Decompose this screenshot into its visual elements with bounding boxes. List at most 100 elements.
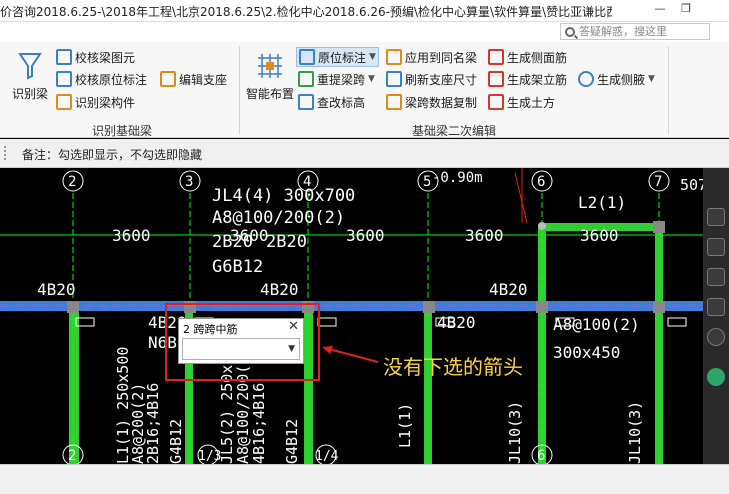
copy-span-data-label: 梁跨数据复制: [405, 95, 478, 110]
red-arrow: [324, 347, 379, 363]
search-row: 答疑解惑，搜这里: [0, 22, 729, 42]
title-bar: 价咨询2018.6.25-\2018年工程\北京2018.6.25\2.检化中心…: [0, 0, 729, 22]
note-bar: 备注：勾选即显示，不勾选即隐藏: [0, 139, 729, 168]
gen-erection-rebar-button[interactable]: 生成架立筋: [488, 69, 567, 89]
beam-top-rebar: 2B20: [212, 232, 253, 252]
svg-text:G4B12: G4B12: [167, 419, 185, 464]
check-beam-drawing-label: 校核梁图元: [75, 50, 136, 65]
popup-title: 2 跨跨中筋: [183, 323, 238, 336]
edit-support-icon: [160, 71, 176, 87]
arrow-head-icon: [322, 346, 333, 354]
span-dimension: 3600: [346, 226, 385, 245]
check-beam-drawing-button[interactable]: 校核梁图元: [56, 47, 135, 67]
in-place-annotation-button[interactable]: 原位标注 ▼: [296, 47, 379, 67]
axis-label: 7: [654, 174, 662, 190]
gen-erection-rebar-label: 生成架立筋: [507, 72, 568, 87]
mid-span-rebar-select[interactable]: ▼: [182, 338, 300, 360]
tool-button[interactable]: [707, 238, 725, 256]
funnel-icon: [14, 50, 46, 82]
right-tool-panel: [703, 168, 729, 464]
beam-label: JL4(4) 300x700: [212, 186, 355, 206]
dropdown-arrow-icon: ▼: [369, 52, 376, 62]
refresh-icon: [386, 71, 402, 87]
tool-button[interactable]: [707, 298, 725, 316]
beam-bottom-rebar: 2B20: [266, 232, 307, 252]
axis-label: 3: [185, 174, 193, 190]
span-dimension: 3600: [465, 226, 504, 245]
svg-text:G4B12: G4B12: [283, 419, 301, 464]
identify-beam-member-button[interactable]: 识别梁构件: [56, 92, 135, 112]
axis-label-bottom: 2: [68, 448, 76, 464]
mid-span-rebar-popup: 2 跨跨中筋 ✕ ▼: [178, 318, 304, 364]
toolbar-grip[interactable]: [4, 146, 7, 160]
drawing-canvas[interactable]: 2 3 4 5 6 7 2 1/3 1/4 6 3600 3600 3600 3…: [0, 168, 729, 464]
edit-support-label: 编辑支座: [179, 72, 228, 87]
gen-side-rebar-label: 生成侧面筋: [507, 50, 568, 65]
check-drawing-icon: [56, 49, 72, 65]
annotation-icon: [299, 49, 315, 65]
axis-label-bottom: 1/4: [315, 449, 339, 464]
group-name-identify: 识别基础梁: [92, 124, 153, 138]
edit-support-button[interactable]: 编辑支座: [160, 69, 227, 89]
svg-text:L1(1): L1(1): [396, 403, 414, 448]
cad-drawing: 2 3 4 5 6 7 2 1/3 1/4 6 3600 3600 3600 3…: [0, 168, 725, 464]
axis-label-bottom: 6: [537, 448, 545, 464]
refresh-support-size-button[interactable]: 刷新支座尺寸: [386, 69, 477, 89]
gen-earthwork-button[interactable]: 生成土方: [488, 92, 555, 112]
side-rebar-icon: [488, 49, 504, 65]
stirrup-right: A8@100(2): [553, 315, 640, 334]
bar-label: 4B20: [437, 313, 476, 332]
gen-earthwork-label: 生成土方: [507, 95, 556, 110]
copy-icon: [386, 94, 402, 110]
apply-same-name-button[interactable]: 应用到同名梁: [386, 47, 477, 67]
l2-label: L2(1): [578, 193, 626, 212]
level-note: -0.90m: [432, 170, 483, 186]
group-name-secondary-edit: 基础梁二次编辑: [412, 124, 497, 138]
gen-side-rebar-button[interactable]: 生成侧面筋: [488, 47, 567, 67]
copy-span-data-button[interactable]: 梁跨数据复制: [386, 92, 477, 112]
identify-beam-button[interactable]: 识别梁: [8, 50, 52, 102]
bar-label: 4B20: [489, 280, 528, 299]
bar-label: 4B20: [37, 280, 76, 299]
earthwork-icon: [488, 94, 504, 110]
beam-stirrup: A8@100/200(2): [212, 208, 345, 228]
restore-button[interactable]: ❐: [676, 2, 696, 18]
chevron-down-icon[interactable]: ▼: [288, 344, 295, 354]
tool-button[interactable]: [707, 208, 725, 226]
gen-haunch-label: 生成侧腋: [597, 72, 646, 87]
floating-assist-icon[interactable]: [707, 368, 725, 386]
check-elevation-label: 查改标高: [317, 95, 366, 110]
axis-label: 5: [423, 174, 431, 190]
group-separator: [239, 46, 240, 134]
tool-button[interactable]: [707, 328, 725, 346]
check-beam-annotation-label: 校核原位标注: [75, 72, 148, 87]
identify-beam-label: 识别梁: [11, 87, 48, 101]
smart-layout-label: 智能布置: [245, 87, 294, 101]
apply-icon: [386, 49, 402, 65]
group-separator: [668, 46, 669, 134]
dropdown-arrow-icon: ▼: [648, 74, 655, 84]
identify-beam-member-label: 识别梁构件: [75, 95, 136, 110]
check-beam-annotation-button[interactable]: 校核原位标注: [56, 69, 147, 89]
red-leader-line: [514, 172, 528, 224]
smart-layout-button[interactable]: 智能布置: [244, 50, 296, 102]
gen-haunch-button[interactable]: 生成侧腋 ▼: [578, 69, 655, 89]
section-right: 300x450: [553, 343, 620, 362]
identify-member-icon: [56, 94, 72, 110]
minimize-button[interactable]: —: [650, 2, 670, 18]
tool-button[interactable]: [707, 268, 725, 286]
refresh-support-size-label: 刷新支座尺寸: [405, 72, 478, 87]
re-extract-span-button[interactable]: 重提梁跨 ▼: [298, 69, 375, 89]
search-input[interactable]: 答疑解惑，搜这里: [560, 23, 710, 40]
axis-label: 2: [68, 174, 76, 190]
beam-side-rebar: G6B12: [212, 257, 263, 277]
status-bar: [0, 464, 729, 494]
check-elevation-button[interactable]: 查改标高: [298, 92, 365, 112]
search-icon[interactable]: [565, 27, 575, 37]
close-icon[interactable]: ✕: [288, 319, 299, 334]
svg-text:4B16;4B16: 4B16;4B16: [250, 383, 268, 464]
grid-layout-icon: [254, 50, 286, 82]
in-place-annotation-label: 原位标注: [318, 50, 367, 65]
haunch-icon: [578, 71, 594, 87]
re-extract-span-label: 重提梁跨: [317, 72, 366, 87]
